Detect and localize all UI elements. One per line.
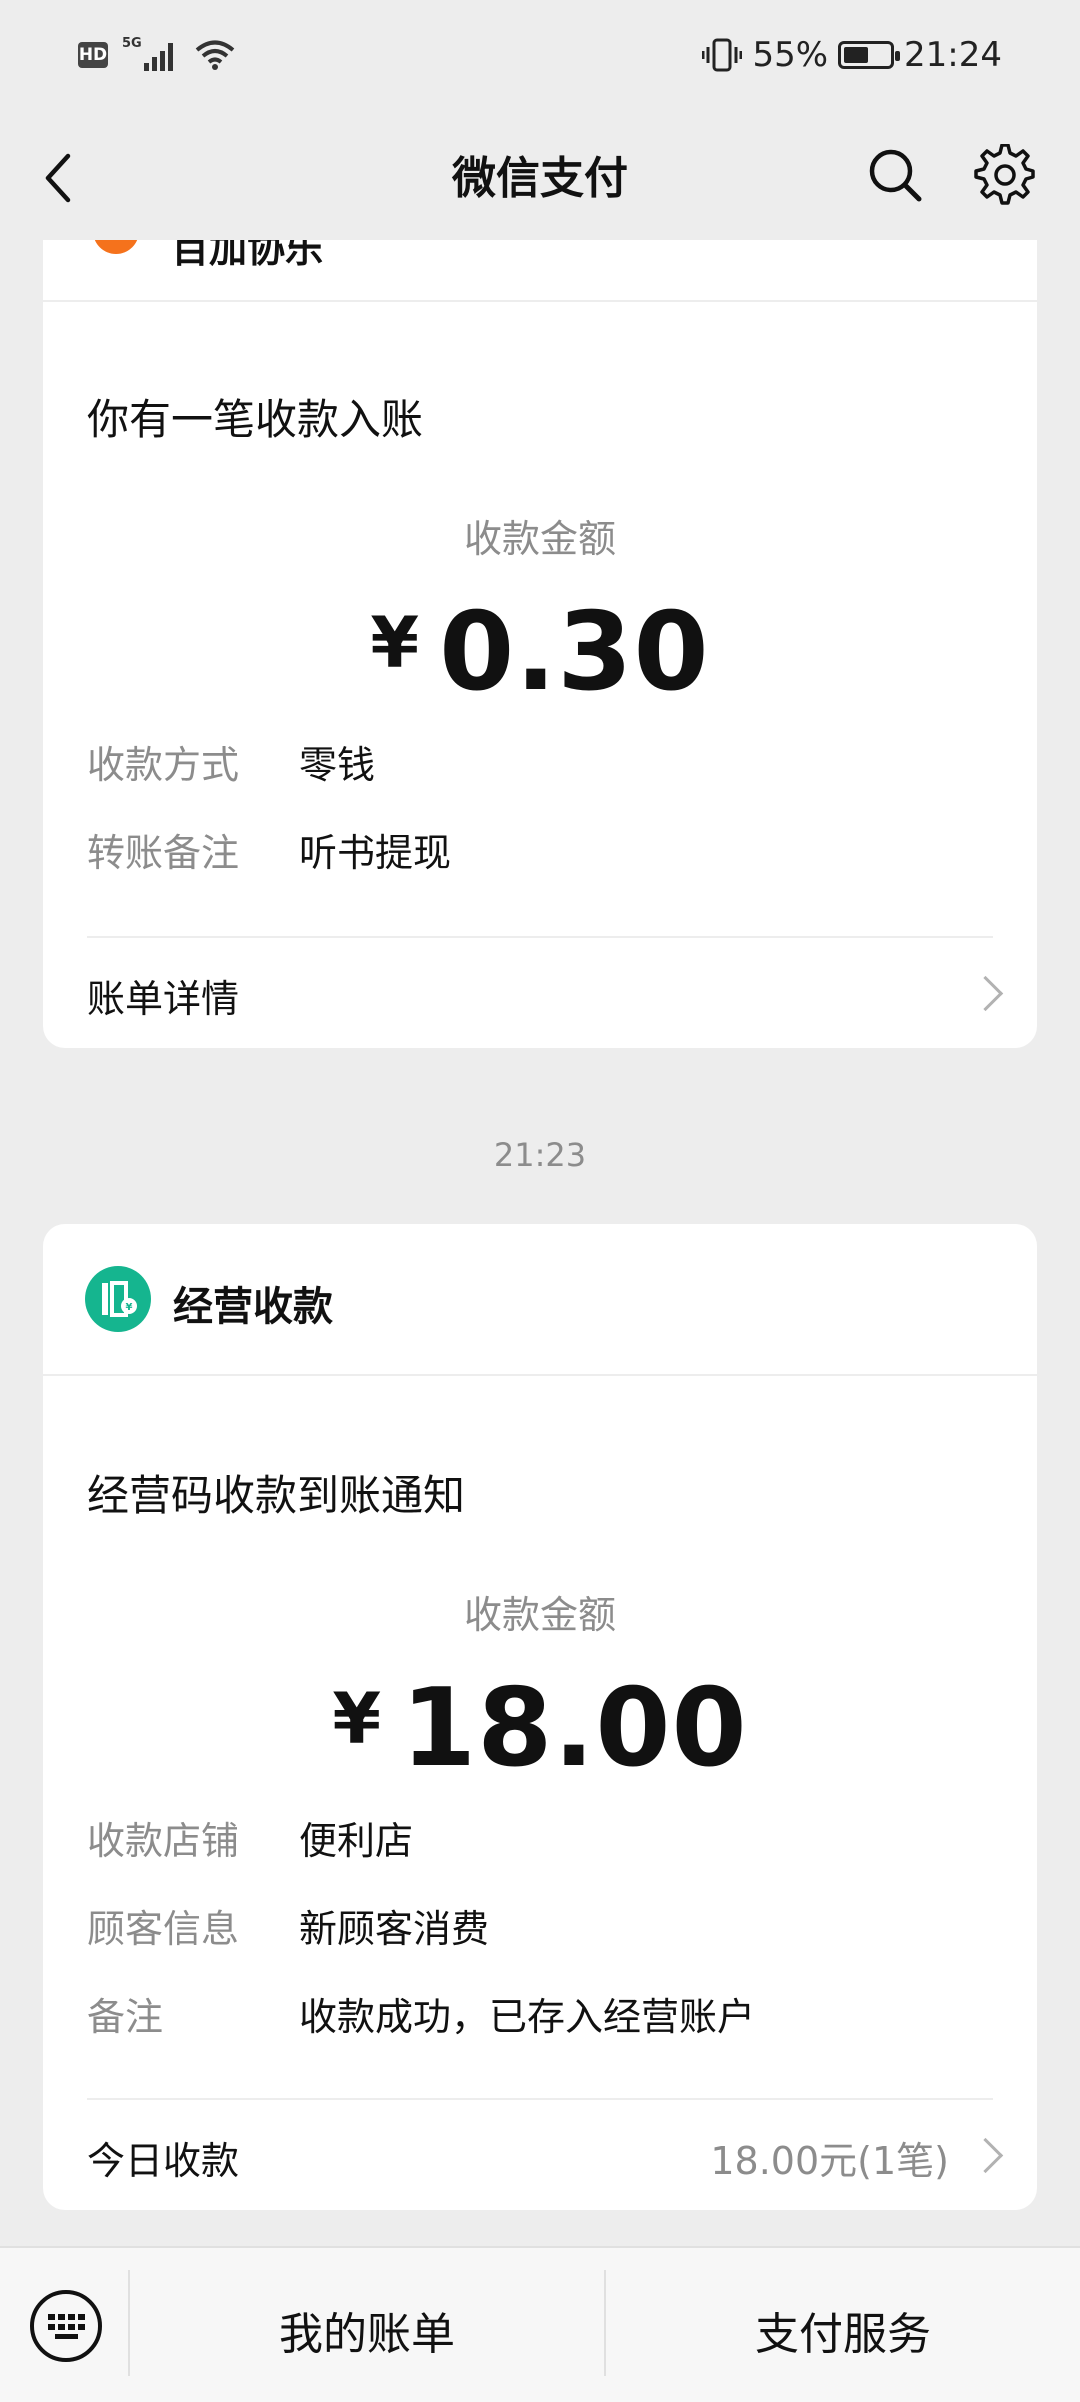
notice-title: 你有一笔收款入账 (87, 395, 424, 444)
battery-percent: 55% (752, 35, 829, 75)
amount-value: 0.30 (439, 590, 710, 715)
my-bills-button[interactable]: 我的账单 (130, 2248, 604, 2402)
status-left: HD 5G (78, 30, 236, 80)
gear-icon[interactable] (974, 144, 1036, 206)
amount-caption: 收款金额 (463, 1593, 616, 1637)
notice-title: 经营码收款到账通知 (87, 1471, 466, 1520)
keyboard-icon[interactable] (28, 2288, 104, 2364)
divider (43, 1374, 1037, 1376)
wifi-icon (195, 40, 235, 70)
message-timestamp: 21:23 (493, 1136, 587, 1174)
detail-label: 收款方式 (87, 743, 240, 787)
detail-value: 新顾客消费 (299, 1907, 490, 1951)
status-time: 21:24 (904, 35, 1002, 75)
currency-symbol: ¥ (332, 1678, 382, 1760)
amount-caption: 收款金额 (463, 517, 616, 561)
detail-value: 零钱 (299, 743, 376, 787)
divider (43, 300, 1037, 302)
pay-services-button[interactable]: 支付服务 (606, 2248, 1080, 2402)
amount-value: 18.00 (401, 1666, 748, 1791)
amount: ¥18.00 (43, 1666, 1037, 1791)
status-bar: HD 5G 55% 21:24 (0, 0, 1080, 110)
detail-label: 顾客信息 (87, 1907, 240, 1951)
app-icon (93, 240, 139, 254)
app-name: 经营收款 (173, 1284, 333, 1330)
today-receipts-value: 18.00元(1笔) (710, 2139, 949, 2183)
battery-icon (838, 41, 901, 69)
hd-badge: HD (78, 42, 108, 68)
chevron-right-icon (967, 975, 1004, 1012)
bottom-bar: 我的账单 支付服务 (0, 2246, 1080, 2402)
detail-value: 便利店 (299, 1819, 414, 1863)
detail-label: 转账备注 (87, 831, 240, 875)
card-header-text: 百加协乐 (171, 240, 324, 271)
vibrate-icon (702, 38, 743, 72)
bill-details-label: 账单详情 (87, 977, 240, 1021)
pay-services-label: 支付服务 (755, 2309, 931, 2360)
amount: ¥0.30 (43, 590, 1037, 715)
battery-fill (844, 47, 869, 63)
payment-card-1: 百加协乐 你有一笔收款入账 收款金额 ¥0.30 收款方式 零钱 转账备注 听书… (43, 240, 1037, 1048)
status-right: 55% 21:24 (702, 28, 1002, 82)
detail-label: 收款店铺 (87, 1819, 240, 1863)
search-icon[interactable] (866, 146, 924, 204)
today-receipts-row[interactable]: 今日收款 18.00元(1笔) (43, 2100, 1037, 2210)
chevron-right-icon (967, 2137, 1004, 2174)
signal-5g-icon: 5G (122, 36, 173, 71)
currency-symbol: ¥ (370, 602, 420, 684)
payment-card-2: ¥ 经营收款 经营码收款到账通知 收款金额 ¥18.00 收款店铺 便利店 顾客… (43, 1224, 1037, 2210)
top-bar: 微信支付 (0, 110, 1080, 240)
business-receipt-icon: ¥ (85, 1266, 151, 1332)
svg-text:5G: 5G (122, 36, 142, 51)
my-bills-label: 我的账单 (279, 2309, 455, 2360)
detail-value: 听书提现 (299, 831, 452, 875)
today-receipts-label: 今日收款 (87, 2139, 240, 2183)
svg-text:¥: ¥ (126, 1302, 133, 1313)
detail-value: 收款成功，已存入经营账户 (299, 1995, 756, 2039)
detail-label: 备注 (87, 1995, 164, 2039)
bill-details-row[interactable]: 账单详情 (43, 938, 1037, 1048)
